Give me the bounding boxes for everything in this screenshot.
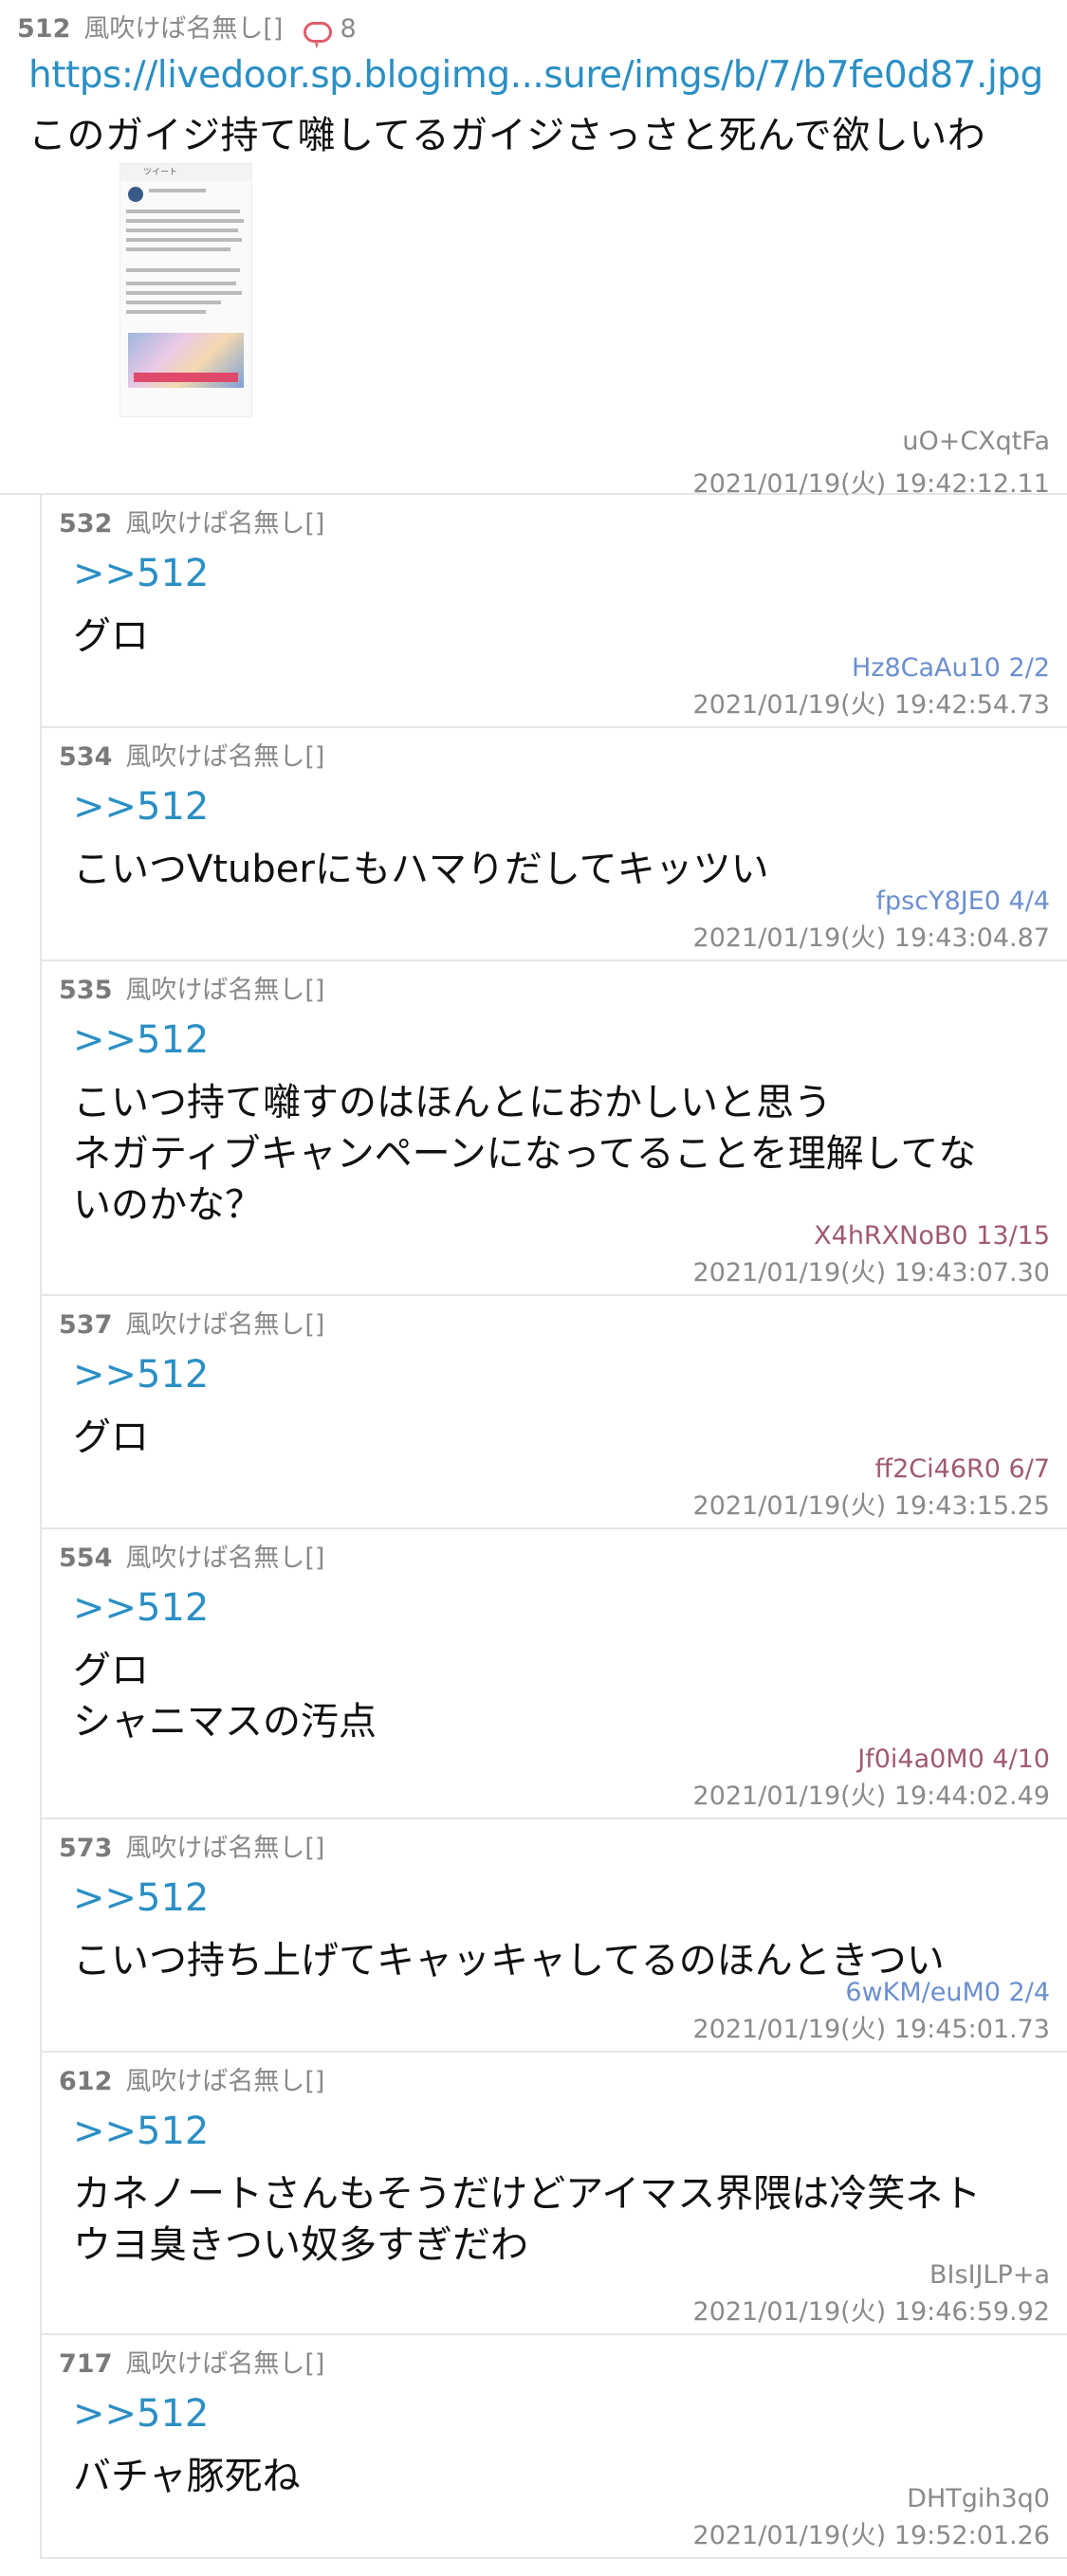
text-line [126, 268, 240, 272]
poster-name: 風吹けば名無し[] [125, 1310, 325, 1340]
reply-anchor-link[interactable]: >>512 [73, 552, 209, 595]
reply-anchor-link[interactable]: >>512 [73, 1353, 209, 1397]
poster-name: 風吹けば名無し[] [83, 14, 284, 44]
reply-post: 573 風吹けば名無し[] >>512 こいつ持ち上げてキャッキャしてるのほんときつい… [40, 1819, 1067, 2053]
poster-name: 風吹けば名無し[] [125, 509, 325, 539]
reply-post: 535 風吹けば名無し[] >>512 こいつ持て囃すのはほんとにおかしいと思う ネガ… [40, 961, 1067, 1296]
post-number[interactable]: 554 [59, 1544, 112, 1573]
post-number[interactable]: 512 [17, 14, 70, 44]
poster-name: 風吹けば名無し[] [125, 976, 325, 1005]
poster-id[interactable]: Hz8CaAu10 2/2 [852, 653, 1050, 683]
poster-name: 風吹けば名無し[] [125, 1834, 325, 1863]
reply-header: 535 風吹けば名無し[] [59, 969, 324, 1006]
post-body: グロ [73, 1416, 149, 1459]
post-body: カネノートさんもそうだけどアイマス界隈は冷笑ネト ウヨ臭きつい奴多すぎだわ [73, 2172, 982, 2267]
image-link[interactable]: https://livedoor.sp.blogimg...sure/imgs/… [28, 54, 1043, 97]
text-line [126, 219, 244, 223]
reply-header: 532 風吹けば名無し[] [59, 502, 324, 539]
post-body: グロ [73, 614, 149, 658]
op-header: 512 風吹けば名無し[] 8 [17, 8, 357, 45]
post-date: 2021/01/19(火) 19:46:59.92 [692, 2297, 1050, 2327]
post-body: こいつ持て囃すのはほんとにおかしいと思う ネガティブキャンペーンになってることを… [73, 1081, 977, 1227]
post-date: 2021/01/19(火) 19:43:15.25 [692, 1491, 1050, 1521]
text-line [126, 247, 230, 251]
post-body: こいつ持ち上げてキャッキャしてるのほんときつい [73, 1939, 945, 1982]
post-date: 2021/01/19(火) 19:43:04.87 [692, 923, 1050, 953]
op-post: 512 風吹けば名無し[] 8 https://livedoor.sp.blogim… [0, 0, 1067, 499]
post-number[interactable]: 535 [59, 976, 112, 1005]
poster-id[interactable]: BIsIJLP+a [929, 2260, 1050, 2290]
post-number[interactable]: 717 [59, 2349, 112, 2379]
post-number[interactable]: 537 [59, 1310, 112, 1340]
reply-anchor-link[interactable]: >>512 [73, 785, 209, 829]
comment-bubble-icon [304, 22, 333, 43]
text-line [126, 210, 240, 213]
reply-header: 717 風吹けば名無し[] [59, 2343, 324, 2380]
banner-logo [134, 373, 238, 382]
reply-post: 612 風吹けば名無し[] >>512 カネノートさんもそうだけどアイマス界隈は冷笑ネ… [40, 2053, 1067, 2335]
reply-header: 554 風吹けば名無し[] [59, 1537, 324, 1574]
text-line [126, 301, 221, 304]
poster-id[interactable]: DHTgih3q0 [907, 2484, 1050, 2513]
text-line [126, 238, 242, 242]
text-line [126, 228, 238, 232]
post-number[interactable]: 532 [59, 509, 112, 539]
comment-count[interactable]: 8 [304, 14, 357, 44]
reply-post: 717 風吹けば名無し[] >>512 バチャ豚死ね DHTgih3q0 2021/01/… [40, 2335, 1067, 2559]
reply-anchor-link[interactable]: >>512 [73, 2392, 209, 2436]
post-date: 2021/01/19(火) 19:44:02.49 [692, 1781, 1050, 1811]
post-date: 2021/01/19(火) 19:43:07.30 [692, 1258, 1050, 1288]
post-date: 2021/01/19(火) 19:45:01.73 [692, 2015, 1050, 2044]
poster-id[interactable]: ff2Ci46R0 6/7 [875, 1454, 1050, 1484]
reply-anchor-link[interactable]: >>512 [73, 1876, 209, 1920]
image-thumbnail[interactable]: ツイート [120, 163, 252, 417]
post-body: このガイジ持て囃してるガイジさっさと死んで欲しいわ [28, 114, 986, 157]
text-line [149, 189, 206, 192]
post-body: グロ シャニマスの汚点 [73, 1649, 377, 1744]
post-number[interactable]: 534 [59, 742, 112, 772]
thumbnail-header: ツイート [120, 164, 251, 181]
poster-name: 風吹けば名無し[] [125, 1544, 325, 1573]
poster-id[interactable]: Jf0i4a0M0 4/10 [857, 1745, 1050, 1774]
reply-anchor-link[interactable]: >>512 [73, 1586, 209, 1630]
reply-header: 612 風吹けば名無し[] [59, 2060, 324, 2097]
poster-id[interactable]: X4hRXNoB0 13/15 [814, 1221, 1050, 1251]
poster-id[interactable]: uO+CXqtFa [902, 427, 1050, 456]
reply-header: 573 風吹けば名無し[] [59, 1827, 324, 1864]
reply-post: 534 風吹けば名無し[] >>512 こいつVtuberにもハマりだしてキッツい fp… [40, 728, 1067, 961]
reply-header: 537 風吹けば名無し[] [59, 1304, 324, 1341]
poster-name: 風吹けば名無し[] [125, 2349, 325, 2379]
post-date: 2021/01/19(火) 19:42:54.73 [692, 690, 1050, 720]
post-body: バチャ豚死ね [73, 2455, 301, 2498]
text-line [126, 282, 236, 285]
text-line [126, 310, 206, 314]
poster-name: 風吹けば名無し[] [125, 2067, 325, 2096]
post-body: こいつVtuberにもハマりだしてキッツい [73, 848, 769, 891]
reply-post: 554 風吹けば名無し[] >>512 グロ シャニマスの汚点 Jf0i4a0M0 4/… [40, 1529, 1067, 1819]
poster-id[interactable]: 6wKM/euM0 2/4 [845, 1978, 1050, 2007]
text-line [126, 291, 242, 295]
post-number[interactable]: 612 [59, 2067, 112, 2096]
poster-name: 風吹けば名無し[] [125, 742, 325, 772]
poster-id[interactable]: fpscY8JE0 4/4 [876, 886, 1050, 916]
reply-post: 537 風吹けば名無し[] >>512 グロ ff2Ci46R0 6/7 2021/01/… [40, 1296, 1067, 1529]
reply-post: 532 風吹けば名無し[] >>512 グロ Hz8CaAu10 2/2 2021/01/… [40, 495, 1067, 728]
comment-count-value: 8 [340, 14, 357, 44]
reply-anchor-link[interactable]: >>512 [73, 2110, 209, 2153]
avatar [128, 187, 143, 202]
reply-anchor-link[interactable]: >>512 [73, 1018, 209, 1062]
post-number[interactable]: 573 [59, 1834, 112, 1863]
post-date: 2021/01/19(火) 19:52:01.26 [692, 2521, 1050, 2550]
reply-header: 534 風吹けば名無し[] [59, 736, 324, 773]
